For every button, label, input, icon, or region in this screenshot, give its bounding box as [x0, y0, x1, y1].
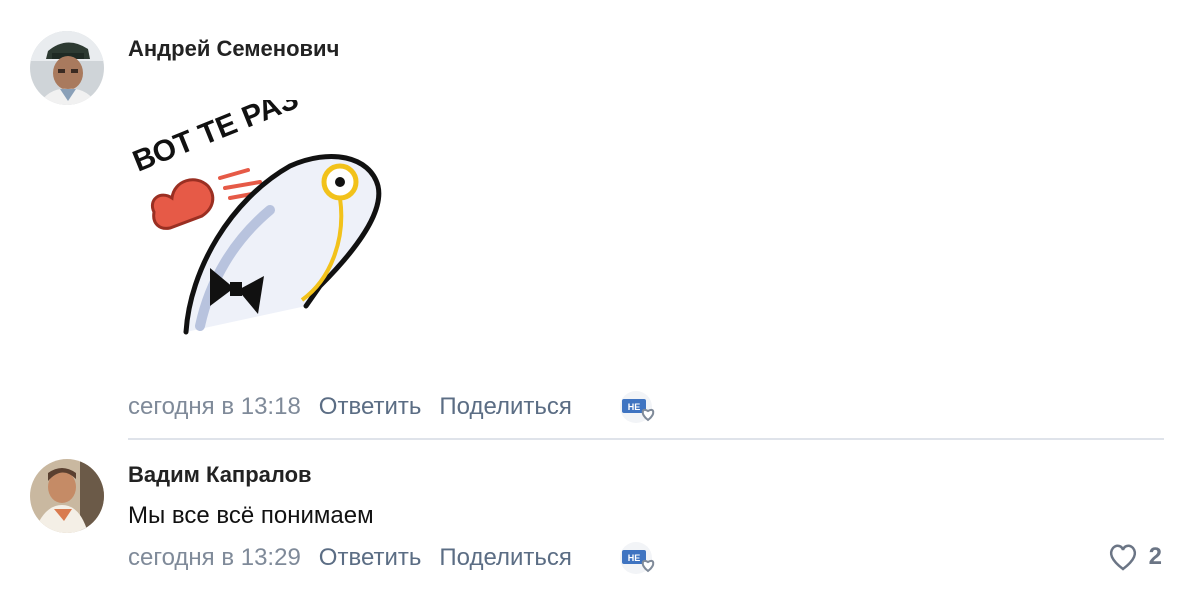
sticker-drawing: ВОТ ТЕ РАЗ	[128, 82, 382, 335]
comment-text: Мы все всё понимаем	[128, 502, 374, 529]
reaction-badge-text: НЕ	[628, 402, 641, 412]
reply-button[interactable]: Ответить	[319, 393, 422, 421]
share-button[interactable]: Поделиться	[439, 544, 572, 572]
reply-button[interactable]: Ответить	[319, 544, 422, 572]
reaction-button[interactable]: НЕ	[618, 540, 662, 576]
comments-page: Андрей Семенович ВОТ ТЕ РАЗ сегодня в 13…	[0, 0, 1200, 590]
reaction-button[interactable]: НЕ	[618, 389, 662, 425]
reaction-icon: НЕ	[619, 542, 655, 574]
share-button[interactable]: Поделиться	[439, 393, 572, 421]
avatar-photo	[30, 31, 104, 105]
comment-author[interactable]: Вадим Капралов	[128, 462, 312, 488]
reaction-icon: НЕ	[619, 391, 655, 423]
avatar[interactable]	[30, 31, 104, 105]
heart-icon	[1109, 544, 1136, 571]
comment-author[interactable]: Андрей Семенович	[128, 36, 339, 62]
comment-date[interactable]: сегодня в 13:18	[128, 393, 301, 421]
avatar-photo	[30, 459, 104, 533]
sticker-caption: ВОТ ТЕ РАЗ	[130, 100, 303, 178]
sticker-image[interactable]: ВОТ ТЕ РАЗ	[128, 82, 410, 350]
like-button[interactable]: 2	[1107, 543, 1162, 571]
comment-date[interactable]: сегодня в 13:29	[128, 544, 301, 572]
reaction-badge-text: НЕ	[628, 553, 641, 563]
comment-meta: сегодня в 13:29 Ответить Поделиться НЕ	[128, 540, 662, 576]
comment-meta: сегодня в 13:18 Ответить Поделиться НЕ	[128, 389, 662, 425]
avatar[interactable]	[30, 459, 104, 533]
comment-item: Вадим Капралов Мы все всё понимаем сегод…	[0, 440, 1200, 590]
comment-item: Андрей Семенович ВОТ ТЕ РАЗ сегодня в 13…	[0, 0, 1200, 440]
like-count: 2	[1148, 543, 1162, 570]
